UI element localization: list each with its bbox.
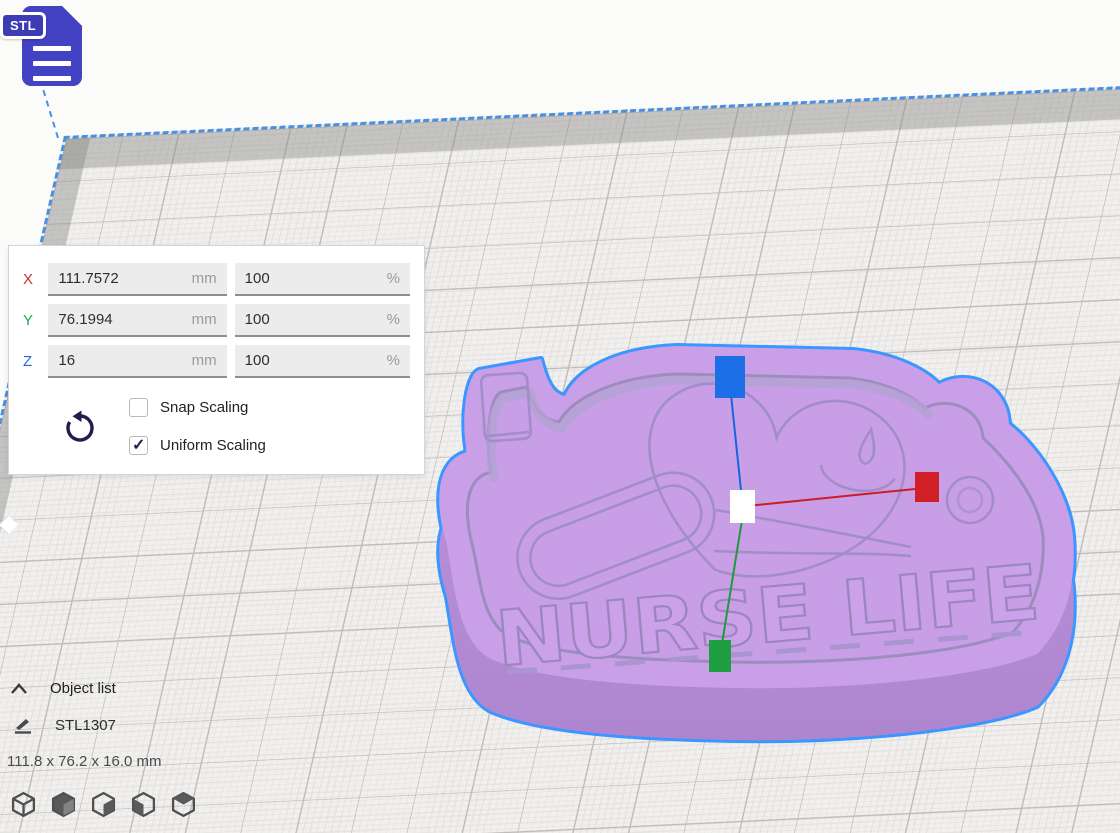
scale-row-z: Z 16 mm 100 % [23,345,410,378]
scale-y-mm-field[interactable]: 76.1994 mm [48,304,226,337]
scale-x-mm-field[interactable]: 111.7572 mm [48,263,226,296]
axis-y-label: Y [23,312,48,329]
mm-unit-label: mm [192,352,217,369]
scale-row-y: Y 76.1994 mm 100 % [23,304,410,337]
edit-pencil-icon [13,716,33,734]
stl-badge: STL [0,12,46,39]
reset-arrow-icon [62,410,98,446]
stl-file-icon: STL [0,0,92,100]
object-list-toggle[interactable]: Object list [10,680,116,697]
object-name: STL1307 [55,717,116,734]
3d-viewport[interactable]: NURSE LIFE STL X 111.7572 mm [0,0,1120,833]
scale-y-percent-value: 100 [245,311,270,328]
uniform-scaling-checkbox[interactable] [129,436,148,455]
mm-unit-label: mm [192,311,217,328]
object-list-label: Object list [50,680,116,697]
scale-row-x: X 111.7572 mm 100 % [23,263,410,296]
scale-handle-z[interactable] [715,356,745,398]
camera-view-toolbar [10,791,197,818]
view-front-button[interactable] [50,791,77,818]
axis-x-label: X [23,271,48,288]
reset-scale-button[interactable] [61,410,99,448]
scale-y-percent-field[interactable]: 100 % [235,304,410,337]
cube-right-icon [170,791,197,818]
cube-front-icon [50,791,77,818]
object-name-row[interactable]: STL1307 [13,716,116,734]
folded-corner [61,5,83,27]
scale-z-mm-field[interactable]: 16 mm [48,345,226,378]
scale-x-percent-field[interactable]: 100 % [235,263,410,296]
snap-scaling-option[interactable]: Snap Scaling [129,398,266,417]
view-top-button[interactable] [90,791,117,818]
scale-x-mm-value: 111.7572 [58,270,118,287]
scale-handle-x[interactable] [915,472,939,502]
cube-3d-icon [10,791,37,818]
view-right-button[interactable] [170,791,197,818]
uniform-scaling-label: Uniform Scaling [160,437,266,454]
axis-z-label: Z [23,353,48,370]
mm-unit-label: mm [192,270,217,287]
chevron-up-icon [10,682,28,696]
view-3d-button[interactable] [10,791,37,818]
cube-top-icon [90,791,117,818]
object-dimensions: 111.8 x 76.2 x 16.0 mm [7,753,162,770]
snap-scaling-checkbox[interactable] [129,398,148,417]
percent-unit-label: % [387,352,400,369]
uniform-scaling-option[interactable]: Uniform Scaling [129,436,266,455]
cube-left-icon [130,791,157,818]
snap-scaling-label: Snap Scaling [160,399,248,416]
scale-handle-center[interactable] [730,490,755,523]
percent-unit-label: % [387,311,400,328]
nurse-life-model[interactable]: NURSE LIFE [425,340,1105,780]
scale-options: Snap Scaling Uniform Scaling [23,398,410,455]
scale-z-mm-value: 16 [58,352,75,369]
scale-z-percent-field[interactable]: 100 % [235,345,410,378]
scale-y-mm-value: 76.1994 [58,311,112,328]
scale-x-percent-value: 100 [245,270,270,287]
scale-tool-panel: X 111.7572 mm 100 % Y 76.1994 mm 100 % Z [8,245,425,475]
scale-z-percent-value: 100 [245,352,270,369]
scale-handle-y[interactable] [709,640,731,672]
view-left-button[interactable] [130,791,157,818]
percent-unit-label: % [387,270,400,287]
